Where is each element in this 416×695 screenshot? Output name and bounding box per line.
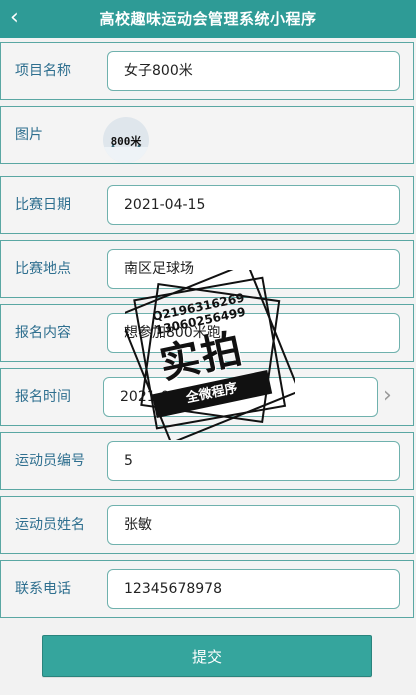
page-title: 高校趣味运动会管理系统小程序 bbox=[99, 10, 317, 28]
form-row-phone: 联系电话 12345678978 bbox=[0, 560, 414, 618]
project-image-thumbnail[interactable]: 800米 bbox=[103, 117, 149, 163]
form-row-image: 图片 800米 bbox=[0, 106, 414, 164]
phone-input[interactable]: 12345678978 bbox=[107, 569, 400, 609]
signup-time-picker[interactable]: 2021-04-07 bbox=[103, 377, 378, 417]
image-caption: 800米 bbox=[110, 135, 142, 148]
chevron-right-icon[interactable]: › bbox=[383, 384, 401, 408]
field-label: 项目名称 bbox=[15, 63, 71, 79]
submit-button[interactable]: 提交 bbox=[42, 635, 372, 677]
field-label: 运动员编号 bbox=[15, 453, 85, 469]
form-row-match-location: 比赛地点 南区足球场 bbox=[0, 240, 414, 298]
form-row-athlete-number: 运动员编号 5 bbox=[0, 432, 414, 490]
match-location-input[interactable]: 南区足球场 bbox=[107, 249, 400, 289]
form-row-match-date: 比赛日期 2021-04-15 bbox=[0, 176, 414, 234]
athlete-name-input[interactable]: 张敏 bbox=[107, 505, 400, 545]
athlete-number-input[interactable]: 5 bbox=[107, 441, 400, 481]
app-header: ‹ 高校趣味运动会管理系统小程序 bbox=[0, 0, 416, 38]
project-name-input[interactable]: 女子800米 bbox=[107, 51, 400, 91]
match-date-input[interactable]: 2021-04-15 bbox=[107, 185, 400, 225]
form-row-signup-content: 报名内容 想参加800米跑 bbox=[0, 304, 414, 362]
field-label: 联系电话 bbox=[15, 581, 71, 597]
field-label: 比赛日期 bbox=[15, 197, 71, 213]
snow-ground bbox=[103, 147, 149, 163]
form-row-signup-time: 报名时间 2021-04-07 › bbox=[0, 368, 414, 426]
field-label: 运动员姓名 bbox=[15, 517, 85, 533]
form-row-project-name: 项目名称 女子800米 bbox=[0, 42, 414, 100]
field-label: 报名内容 bbox=[15, 325, 71, 341]
field-label: 比赛地点 bbox=[15, 261, 71, 277]
field-label: 报名时间 bbox=[15, 389, 71, 405]
signup-content-input[interactable]: 想参加800米跑 bbox=[107, 313, 400, 353]
field-label: 图片 bbox=[15, 127, 43, 143]
form-row-athlete-name: 运动员姓名 张敏 bbox=[0, 496, 414, 554]
